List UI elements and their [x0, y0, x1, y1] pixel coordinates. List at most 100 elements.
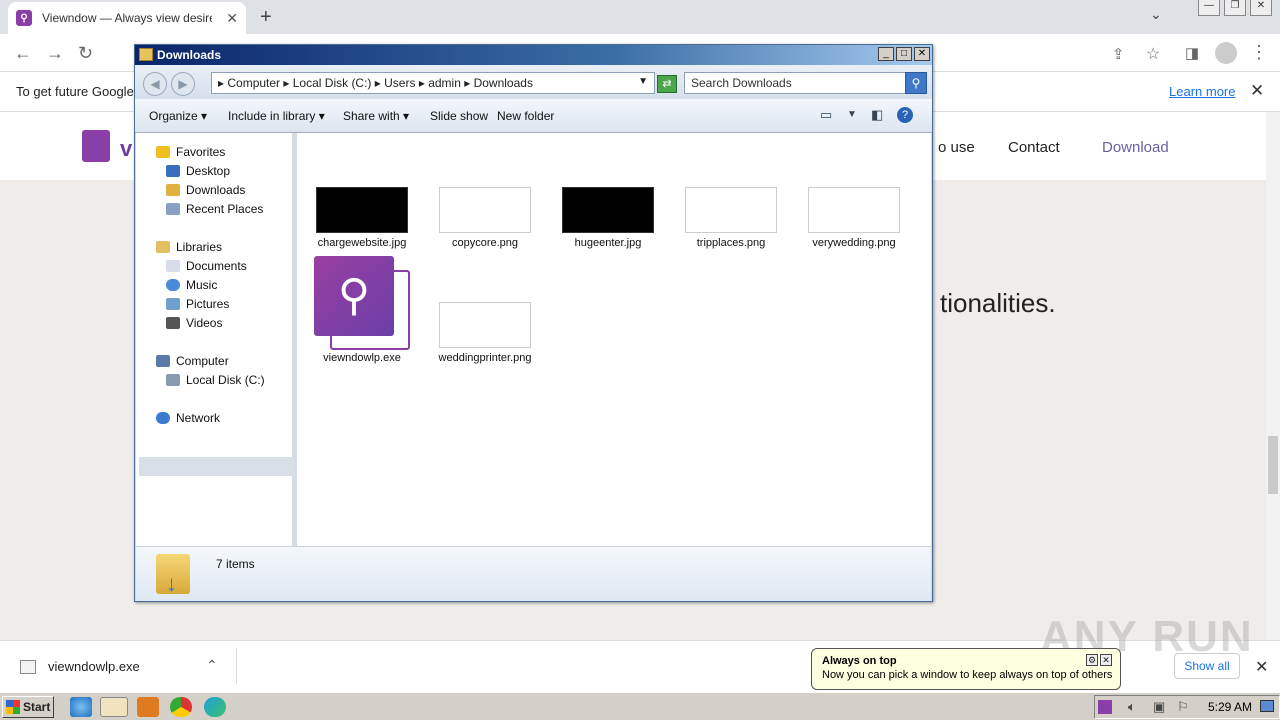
hero-text: tionalities.	[940, 288, 1056, 318]
taskbar-clock[interactable]: 5:29 AM	[1208, 700, 1252, 714]
file-name: tripplaces.png	[696, 237, 766, 249]
windows-logo-icon	[6, 700, 20, 714]
edge-icon[interactable]	[204, 697, 226, 717]
bookmark-star-icon[interactable]: ☆	[1146, 44, 1160, 64]
download-bar-close-icon[interactable]: ✕	[1255, 657, 1268, 677]
recent-places-icon	[166, 203, 180, 215]
minimize-button[interactable]: —	[1198, 0, 1220, 16]
menu-download[interactable]: Download	[1102, 139, 1169, 156]
image-thumbnail	[439, 302, 531, 348]
tab-close-icon[interactable]: ✕	[226, 10, 238, 27]
viewndow-tray-icon[interactable]	[1098, 700, 1112, 714]
nav-selection-highlight	[139, 457, 295, 476]
volume-icon[interactable]: 🔈︎	[1128, 699, 1136, 715]
file-item[interactable]: verywedding.png	[799, 187, 909, 249]
nav-recent-places[interactable]: Recent Places	[166, 202, 263, 216]
explorer-forward-icon[interactable]: ▶	[171, 72, 195, 96]
action-center-flag-icon[interactable]: ⚐	[1177, 699, 1189, 715]
balloon-close-icon[interactable]: ✕	[1100, 654, 1112, 666]
restore-button[interactable]: ❐	[1224, 0, 1246, 16]
address-dropdown-icon[interactable]: ▼	[638, 76, 648, 87]
network-icon	[156, 412, 170, 424]
browser-tab[interactable]: ⚲ Viewndow — Always view desired wi ✕	[8, 2, 246, 34]
network-tray-icon[interactable]: ▣	[1153, 699, 1165, 715]
preview-pane-icon[interactable]: ◧	[871, 107, 883, 123]
balloon-message: Now you can pick a window to keep always…	[822, 669, 1113, 681]
nav-libraries[interactable]: Libraries	[156, 240, 222, 254]
show-desktop-icon[interactable]	[1260, 700, 1274, 712]
change-view-icon[interactable]: ▭	[820, 107, 832, 123]
breadcrumb-admin[interactable]: admin	[428, 76, 461, 90]
close-button[interactable]: ✕	[1250, 0, 1272, 16]
nav-documents[interactable]: Documents	[166, 259, 247, 273]
view-dropdown-icon[interactable]: ▼	[847, 109, 857, 120]
internet-explorer-icon[interactable]	[70, 697, 92, 717]
nav-favorites[interactable]: Favorites	[156, 145, 225, 159]
balloon-settings-icon[interactable]: ⚙	[1086, 654, 1098, 666]
help-icon[interactable]: ?	[897, 107, 913, 123]
nav-network[interactable]: Network	[156, 411, 220, 425]
menu-how-to-use[interactable]: o use	[938, 139, 975, 156]
exe-file-icon	[20, 660, 36, 674]
nav-local-disk[interactable]: Local Disk (C:)	[166, 373, 265, 387]
share-icon[interactable]: ⇪	[1112, 45, 1125, 63]
tab-search-chevron-icon[interactable]: ⌄	[1150, 6, 1162, 23]
profile-avatar[interactable]	[1215, 42, 1237, 64]
details-pane: ↓ 7 items	[136, 546, 931, 601]
side-panel-icon[interactable]: ◨	[1185, 44, 1199, 62]
explorer-minimize-button[interactable]: _	[878, 47, 894, 61]
notification-balloon[interactable]: Always on top Now you can pick a window …	[811, 648, 1121, 690]
explorer-close-button[interactable]: ✕	[914, 47, 930, 61]
explorer-back-icon[interactable]: ◀	[143, 72, 167, 96]
include-in-library-menu[interactable]: Include in library ▾	[228, 109, 325, 123]
explorer-window: Downloads _ □ ✕ ◀ ▶ ▸ Computer ▸ Local D…	[134, 44, 933, 602]
site-logo-icon[interactable]	[82, 130, 110, 162]
nav-music[interactable]: Music	[166, 278, 217, 292]
reload-icon[interactable]: ↻	[78, 43, 93, 64]
explorer-title-bar[interactable]: Downloads	[135, 45, 932, 65]
file-item-selected[interactable]: ⚲ viewndowlp.exe	[307, 256, 417, 364]
site-logo-text[interactable]: v	[120, 136, 132, 162]
start-button[interactable]: Start	[2, 696, 54, 718]
refresh-icon[interactable]: ⇄	[657, 75, 677, 93]
back-arrow-icon[interactable]: ←	[14, 43, 32, 64]
file-list: chargewebsite.jpg copycore.png hugeenter…	[297, 133, 931, 546]
address-bar[interactable]: ▸ Computer ▸ Local Disk (C:) ▸ Users ▸ a…	[211, 72, 655, 94]
breadcrumb-computer[interactable]: Computer	[227, 76, 280, 90]
search-icon[interactable]: ⚲	[905, 72, 927, 94]
explorer-maximize-button[interactable]: □	[896, 47, 912, 61]
explorer-taskbar-icon[interactable]	[100, 697, 128, 717]
breadcrumb-local-disk[interactable]: Local Disk (C:)	[293, 76, 372, 90]
breadcrumb-users[interactable]: Users	[384, 76, 415, 90]
download-filename[interactable]: viewndowlp.exe	[48, 659, 140, 674]
media-player-icon[interactable]	[137, 697, 159, 717]
file-item[interactable]: hugeenter.jpg	[553, 187, 663, 249]
forward-arrow-icon[interactable]: →	[46, 43, 64, 64]
organize-menu[interactable]: Organize ▾	[149, 109, 207, 123]
nav-videos[interactable]: Videos	[166, 316, 222, 330]
nav-computer[interactable]: Computer	[156, 354, 229, 368]
info-bar-close-icon[interactable]: ✕	[1250, 81, 1264, 101]
taskbar	[0, 692, 1280, 720]
search-input[interactable]: Search Downloads	[684, 72, 906, 94]
disk-icon	[166, 374, 180, 386]
new-tab-button[interactable]: +	[260, 6, 272, 29]
new-folder-button[interactable]: New folder	[497, 109, 554, 123]
nav-pictures[interactable]: Pictures	[166, 297, 229, 311]
nav-downloads[interactable]: Downloads	[166, 183, 245, 197]
menu-contact[interactable]: Contact	[1008, 139, 1060, 156]
page-scrollbar[interactable]	[1266, 112, 1280, 640]
file-item[interactable]: chargewebsite.jpg	[307, 187, 417, 249]
breadcrumb-downloads[interactable]: Downloads	[474, 76, 533, 90]
nav-desktop[interactable]: Desktop	[166, 164, 230, 178]
slide-show-button[interactable]: Slide show	[430, 109, 488, 123]
file-item[interactable]: weddingprinter.png	[430, 302, 540, 364]
chrome-icon[interactable]	[170, 697, 192, 717]
file-item[interactable]: copycore.png	[430, 187, 540, 249]
download-chevron-icon[interactable]: ⌃	[206, 657, 218, 674]
menu-dots-icon[interactable]: ⋮	[1250, 42, 1268, 63]
file-item[interactable]: tripplaces.png	[676, 187, 786, 249]
share-with-menu[interactable]: Share with ▾	[343, 109, 409, 123]
scrollbar-thumb[interactable]	[1268, 436, 1278, 494]
learn-more-link[interactable]: Learn more	[1169, 84, 1235, 99]
